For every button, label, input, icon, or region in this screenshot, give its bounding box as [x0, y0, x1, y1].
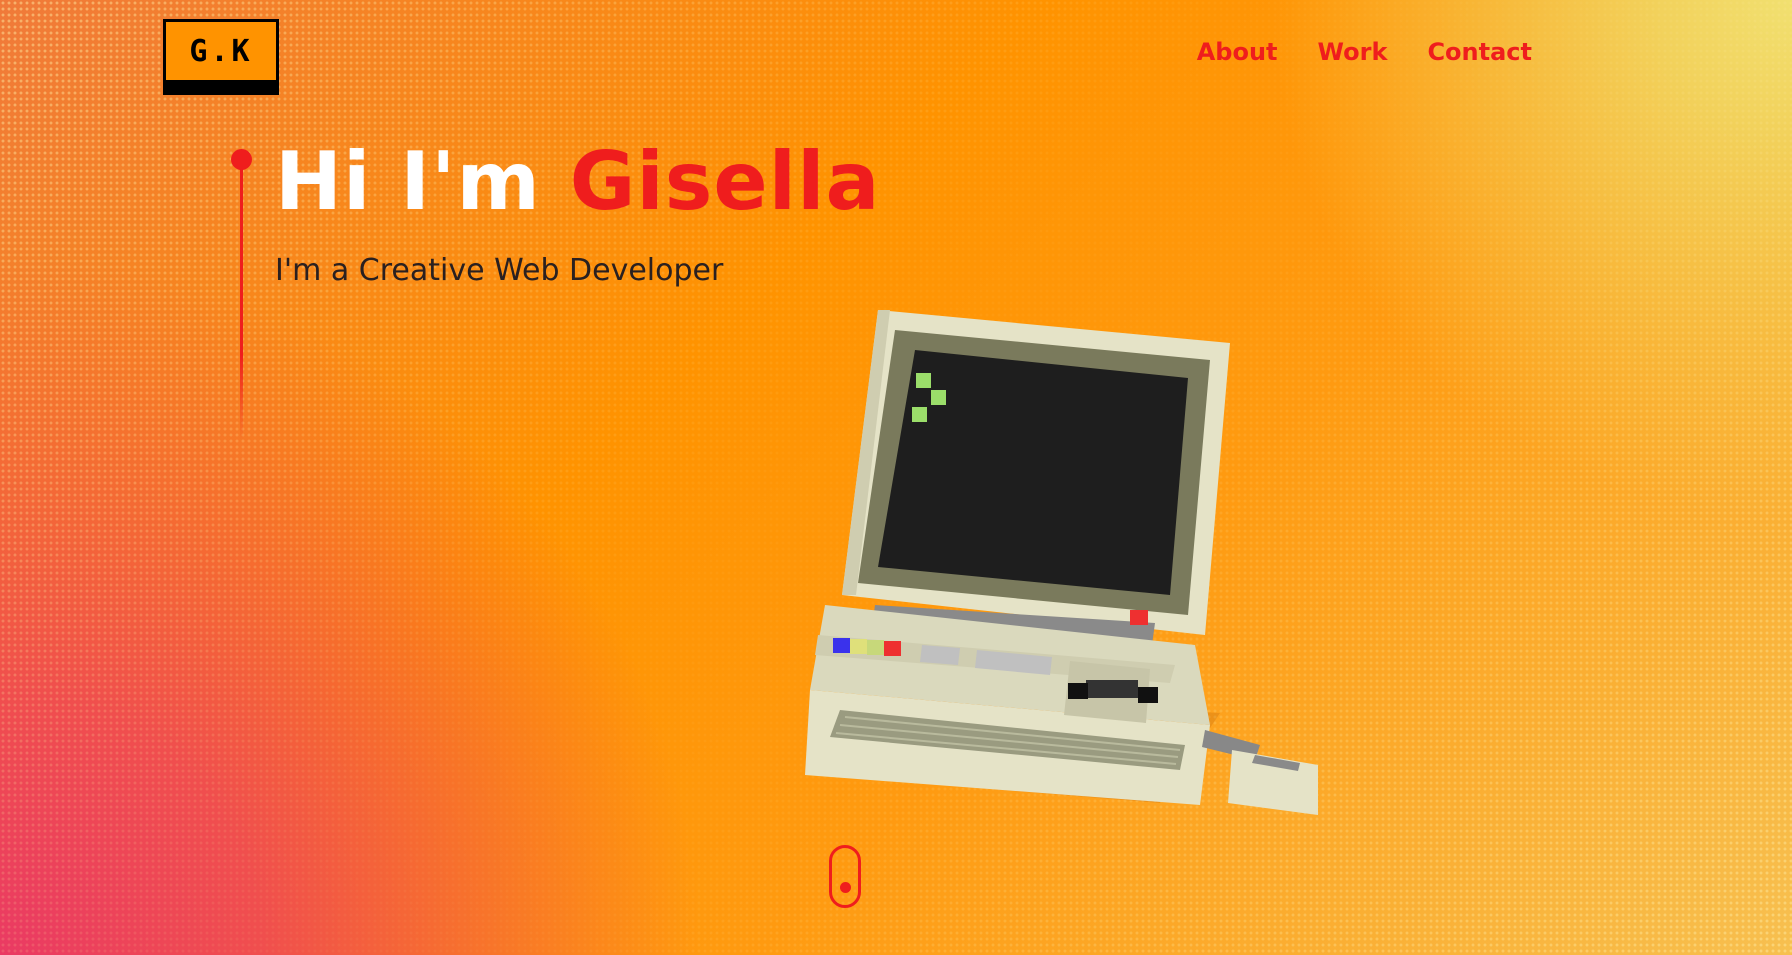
hero-name: Gisella	[569, 135, 881, 228]
logo-text: G.K	[189, 33, 253, 69]
screen-pixel	[916, 373, 931, 388]
scroll-indicator[interactable]	[829, 845, 861, 908]
drive-button-left	[1068, 683, 1088, 699]
screen-pixel	[931, 390, 946, 405]
site-logo[interactable]: G.K	[163, 19, 279, 95]
nav-link-contact[interactable]: Contact	[1427, 38, 1532, 66]
hero-greeting: Hi I'm	[275, 135, 541, 228]
nav-link-about[interactable]: About	[1197, 38, 1278, 66]
retro-computer-icon	[805, 310, 1318, 815]
color-button-blue	[833, 638, 850, 653]
drive-button-right	[1138, 687, 1158, 703]
scroll-indicator-dot	[840, 882, 851, 893]
main-nav: About Work Contact	[1197, 38, 1532, 66]
hero-title: Hi I'm Gisella	[275, 142, 881, 222]
nav-link-work[interactable]: Work	[1318, 38, 1388, 66]
logo-box: G.K	[163, 19, 279, 83]
hero-accent-line	[240, 155, 243, 440]
power-light	[1130, 610, 1148, 625]
screen-pixel	[912, 407, 927, 422]
hero-subtitle: I'm a Creative Web Developer	[275, 253, 724, 288]
color-button-red	[884, 641, 901, 656]
hero-accent-dot	[231, 149, 252, 170]
drive-slot	[1086, 680, 1138, 698]
color-button-yellow	[850, 639, 867, 654]
disk-slot-small	[920, 645, 960, 665]
color-button-green	[867, 640, 884, 655]
